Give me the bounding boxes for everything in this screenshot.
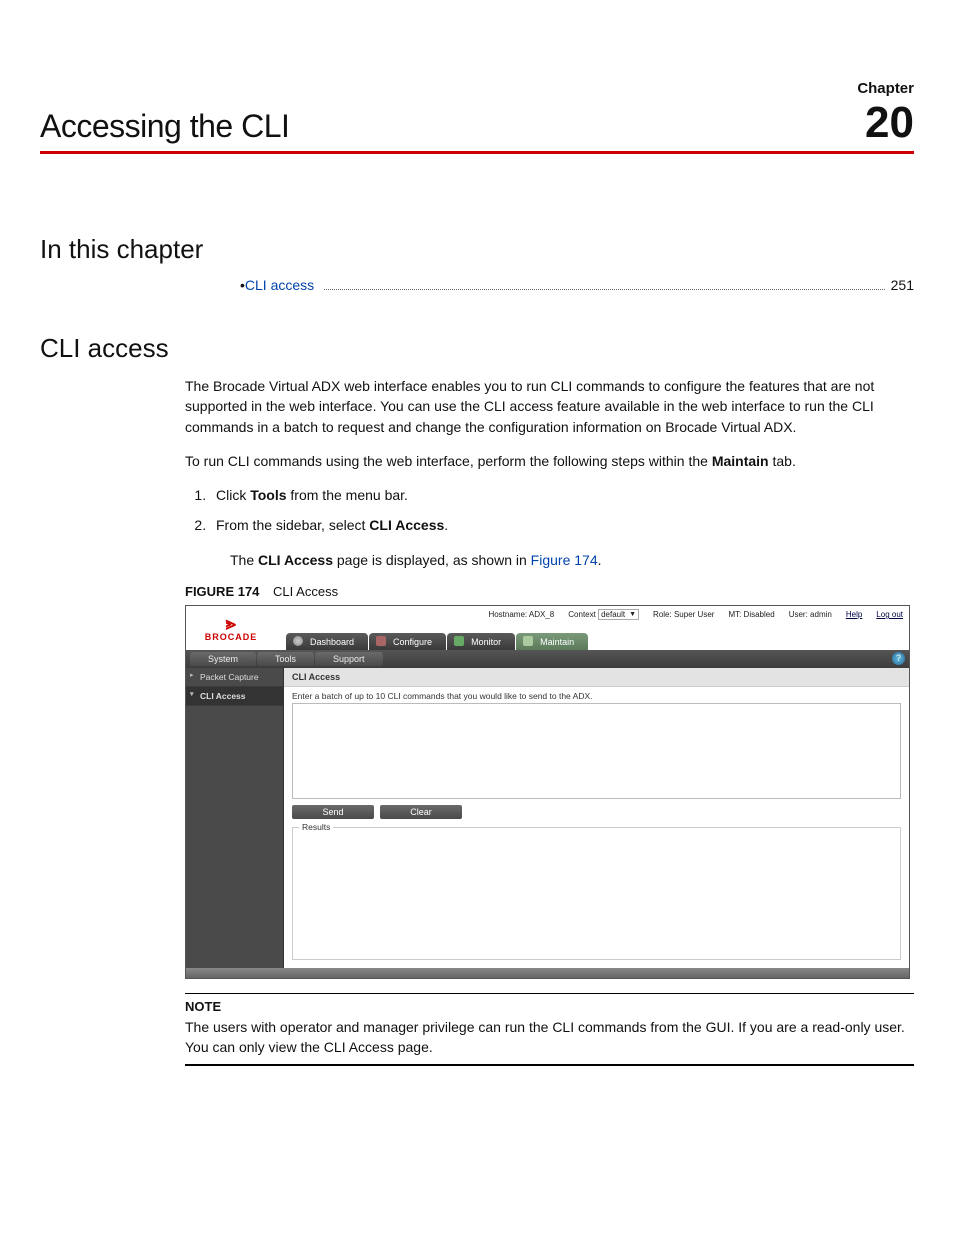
figure-174-link[interactable]: Figure 174 (531, 552, 598, 568)
instruction-text: Enter a batch of up to 10 CLI commands t… (292, 691, 901, 701)
logout-link[interactable]: Log out (876, 610, 903, 619)
cli-commands-textarea[interactable] (292, 703, 901, 799)
toc-dots (324, 289, 885, 290)
clear-button[interactable]: Clear (380, 805, 462, 819)
tab-monitor[interactable]: Monitor (447, 633, 515, 650)
mt-label: MT: Disabled (728, 610, 774, 619)
context-dropdown[interactable]: default ▼ (598, 609, 639, 620)
brocade-logo-text: BROCADE (205, 632, 258, 642)
toc-link-cli-access[interactable]: CLI access (245, 277, 314, 293)
header-info-bar: Hostname: ADX_8 Context default ▼ Role: … (488, 609, 903, 620)
hostname-label: Hostname: ADX_8 (488, 610, 554, 619)
maintain-icon (523, 636, 533, 646)
figure-title: CLI Access (273, 584, 338, 599)
subtab-system[interactable]: System (190, 652, 256, 666)
main-panel: CLI Access Enter a batch of up to 10 CLI… (284, 668, 909, 968)
step-2-result: The CLI Access page is displayed, as sho… (230, 550, 914, 570)
monitor-icon (454, 636, 464, 646)
steps-list: Click Tools from the menu bar. From the … (210, 485, 914, 536)
app-footer (186, 968, 909, 978)
panel-title: CLI Access (284, 668, 909, 687)
role-label: Role: Super User (653, 610, 714, 619)
note-label: NOTE (185, 998, 914, 1017)
note-text: The users with operator and manager priv… (185, 1017, 914, 1058)
subtab-support[interactable]: Support (315, 652, 383, 666)
sidebar: Packet Capture CLI Access (186, 668, 284, 968)
paragraph-steps-intro: To run CLI commands using the web interf… (185, 451, 914, 471)
results-fieldset: Results (292, 827, 901, 960)
send-button[interactable]: Send (292, 805, 374, 819)
app-body: Packet Capture CLI Access CLI Access Ent… (186, 668, 909, 968)
main-tabs: Dashboard Configure Monitor Maintain (286, 633, 588, 650)
subtab-tools[interactable]: Tools (257, 652, 314, 666)
context-block: Context default ▼ (568, 609, 639, 620)
configure-icon (376, 636, 386, 646)
button-row: Send Clear (292, 805, 901, 819)
chapter-title-row: Accessing the CLI 20 (40, 101, 914, 154)
toc-page-number: 251 (891, 277, 914, 293)
user-label: User: admin (789, 610, 832, 619)
chapter-number: 20 (865, 101, 914, 145)
step-1: Click Tools from the menu bar. (210, 485, 914, 505)
app-header: ⪢ BROCADE Hostname: ADX_8 Context defaul… (186, 606, 909, 650)
sidebar-item-cli-access[interactable]: CLI Access (186, 687, 283, 706)
section-cli-access: CLI access (40, 333, 914, 364)
step-2: From the sidebar, select CLI Access. (210, 515, 914, 535)
results-legend: Results (299, 822, 333, 832)
toc-row: • CLI access 251 (240, 277, 914, 293)
section-in-this-chapter: In this chapter (40, 234, 914, 265)
chapter-label: Chapter (40, 80, 914, 97)
chevron-down-icon: ▼ (629, 611, 636, 618)
help-link[interactable]: Help (846, 610, 862, 619)
panel-body: Enter a batch of up to 10 CLI commands t… (284, 687, 909, 968)
tab-dashboard[interactable]: Dashboard (286, 633, 368, 650)
figure-caption: FIGURE 174 CLI Access (185, 584, 914, 599)
brocade-logo: ⪢ BROCADE (186, 614, 276, 642)
tab-configure[interactable]: Configure (369, 633, 446, 650)
paragraph-intro: The Brocade Virtual ADX web interface en… (185, 376, 914, 437)
dashboard-icon (293, 636, 303, 646)
tab-maintain[interactable]: Maintain (516, 633, 588, 650)
figure-label: FIGURE 174 (185, 584, 259, 599)
sub-menu-bar: System Tools Support ? (186, 650, 909, 668)
help-icon[interactable]: ? (892, 652, 905, 665)
brocade-logo-icon: ⪢ (226, 614, 236, 632)
note-block: NOTE The users with operator and manager… (185, 993, 914, 1065)
chapter-title: Accessing the CLI (40, 108, 289, 145)
sidebar-item-packet-capture[interactable]: Packet Capture (186, 668, 283, 687)
figure-screenshot: ⪢ BROCADE Hostname: ADX_8 Context defaul… (185, 605, 910, 979)
